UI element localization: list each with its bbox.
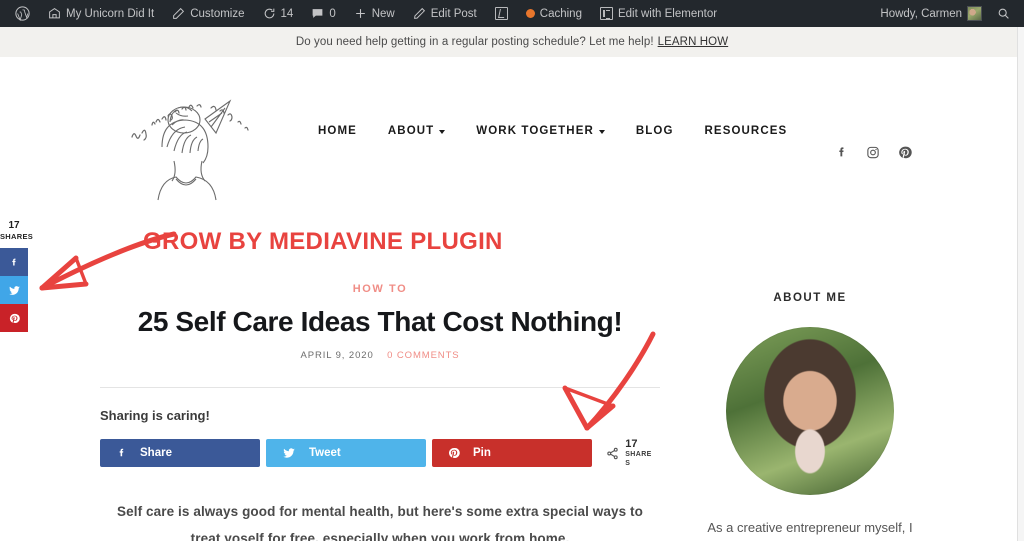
admin-bar-caching[interactable]: Caching	[517, 0, 591, 27]
nav-item-about[interactable]: ABOUT	[387, 125, 446, 137]
share-total-label: SHARE	[625, 451, 652, 459]
admin-bar-new[interactable]: New	[345, 0, 404, 27]
nav-item-blog[interactable]: BLOG	[636, 125, 674, 137]
admin-bar-customize[interactable]: Customize	[163, 0, 253, 27]
admin-bar-updates[interactable]: 14	[254, 0, 303, 27]
chevron-down-icon	[439, 130, 446, 134]
edit-icon	[413, 7, 426, 20]
post-comments-link[interactable]: 0 COMMENTS	[387, 350, 459, 361]
share-button-pinterest-label: Pin	[473, 447, 491, 460]
pinterest-icon	[9, 313, 20, 323]
post-lede: Self care is always good for mental heal…	[100, 498, 660, 541]
share-rail-count: 17	[8, 220, 20, 231]
admin-bar-new-label: New	[371, 7, 395, 20]
site-icon	[48, 7, 61, 20]
admin-bar-caching-label: Caching	[539, 7, 582, 20]
sidebar-avatar	[726, 327, 894, 495]
header-instagram-link[interactable]	[866, 145, 880, 165]
nav-item-home-label: HOME	[318, 125, 357, 137]
notification-text: Do you need help getting in a regular po…	[295, 36, 654, 48]
sidebar-heading: ABOUT ME	[773, 292, 847, 304]
header-facebook-link[interactable]	[835, 145, 848, 165]
post-content-column: HOW TO 25 Self Care Ideas That Cost Noth…	[100, 283, 660, 541]
site-logo[interactable]	[112, 75, 272, 205]
chevron-down-icon	[598, 130, 605, 134]
share-total-label-overflow: S	[625, 460, 631, 468]
browser-page: My Unicorn Did It Customize 14 0 New Edi…	[0, 0, 1024, 541]
admin-bar-comments[interactable]: 0	[302, 0, 344, 27]
admin-bar-search[interactable]	[991, 0, 1016, 27]
comment-icon	[311, 7, 324, 20]
admin-bar-site-label: My Unicorn Did It	[66, 7, 155, 20]
header-pinterest-link[interactable]	[898, 145, 912, 165]
search-icon	[997, 7, 1010, 20]
caching-status-dot-icon	[525, 9, 535, 18]
facebook-icon	[12, 258, 16, 265]
admin-bar-edit-with-elementor[interactable]: Edit with Elementor	[591, 0, 726, 27]
post-category[interactable]: HOW TO	[100, 283, 660, 295]
nav-item-resources-label: RESOURCES	[704, 125, 788, 137]
post-lede-line-2: yoself for free, especially when you wor…	[224, 531, 570, 541]
admin-bar-yoast[interactable]	[486, 0, 517, 27]
admin-bar-edit-post[interactable]: Edit Post	[404, 0, 486, 27]
header-social-links	[835, 145, 912, 165]
site-header: HOME ABOUT WORK TOGETHER BLOG RESOURCES	[0, 57, 1024, 217]
share-total[interactable]: 17 SHARE S	[598, 439, 660, 468]
divider	[100, 387, 660, 389]
post-meta: APRIL 9, 2020 0 COMMENTS	[100, 350, 660, 361]
learn-how-link[interactable]: LEARN HOW	[658, 36, 729, 48]
share-rail-label: SHARES	[0, 232, 34, 241]
share-button-pinterest[interactable]: Pin	[432, 439, 592, 468]
facebook-icon	[119, 448, 124, 457]
admin-bar-wordpress-logo[interactable]	[6, 0, 39, 27]
sidebar-bio-line-1: As a creative entrepreneur myself, I	[707, 520, 913, 535]
nav-item-about-label: ABOUT	[387, 125, 435, 137]
admin-bar-elementor-label: Edit with Elementor	[617, 7, 718, 20]
admin-bar-updates-count: 14	[280, 7, 294, 20]
admin-bar-site-name[interactable]: My Unicorn Did It	[39, 0, 163, 27]
admin-bar-my-account[interactable]: Howdy, Carmen	[871, 0, 984, 27]
share-button-twitter[interactable]: Tweet	[266, 439, 426, 468]
nav-item-work-together-label: WORK TOGETHER	[476, 125, 594, 137]
wp-admin-bar: My Unicorn Did It Customize 14 0 New Edi…	[0, 0, 1024, 27]
elementor-icon	[599, 7, 613, 20]
inline-share-row: Share Tweet Pin 17 SHARE S	[100, 439, 660, 468]
avatar	[967, 6, 982, 21]
nav-item-home[interactable]: HOME	[318, 125, 357, 137]
sidebar-about-me: ABOUT ME As a creative entrepreneur myse…	[690, 292, 930, 541]
twitter-icon	[8, 285, 20, 295]
yoast-icon	[494, 7, 508, 20]
admin-bar-right-group: Howdy, Carmen	[871, 0, 1024, 27]
notification-bar: Do you need help getting in a regular po…	[0, 27, 1024, 57]
admin-bar-edit-post-label: Edit Post	[430, 7, 477, 20]
pinterest-icon	[448, 448, 460, 459]
share-button-facebook[interactable]: Share	[100, 439, 260, 468]
nav-item-resources[interactable]: RESOURCES	[705, 125, 788, 137]
plus-icon	[354, 7, 367, 20]
share-button-twitter-label: Tweet	[309, 447, 341, 460]
share-network-icon	[607, 447, 618, 460]
share-total-count: 17	[625, 438, 638, 451]
updates-icon	[263, 7, 276, 20]
share-button-facebook-label: Share	[140, 447, 172, 460]
post-date: APRIL 9, 2020	[300, 350, 374, 362]
admin-bar-howdy-label: Howdy, Carmen	[880, 7, 962, 20]
share-rail-pinterest-button[interactable]	[0, 304, 28, 332]
annotation-label: GROW BY MEDIAVINE PLUGIN	[143, 228, 503, 255]
sidebar-bio: As a creative entrepreneur myself, I kno…	[690, 515, 930, 541]
nav-item-work-together[interactable]: WORK TOGETHER	[476, 125, 605, 137]
page-title: 25 Self Care Ideas That Cost Nothing!	[137, 306, 623, 337]
page-right-edge	[1017, 27, 1024, 541]
pencil-icon	[172, 7, 185, 20]
sharing-heading: Sharing is caring!	[100, 408, 210, 424]
main-navigation: HOME ABOUT WORK TOGETHER BLOG RESOURCES	[318, 125, 787, 137]
nav-item-blog-label: BLOG	[635, 125, 674, 137]
share-rail-twitter-button[interactable]	[0, 276, 28, 304]
share-rail-facebook-button[interactable]	[0, 248, 28, 276]
admin-bar-customize-label: Customize	[190, 7, 245, 20]
wordpress-logo-icon	[15, 6, 30, 21]
floating-share-rail: 17 SHARES	[0, 218, 34, 332]
twitter-icon	[283, 448, 295, 458]
admin-bar-comments-count: 0	[329, 7, 336, 20]
